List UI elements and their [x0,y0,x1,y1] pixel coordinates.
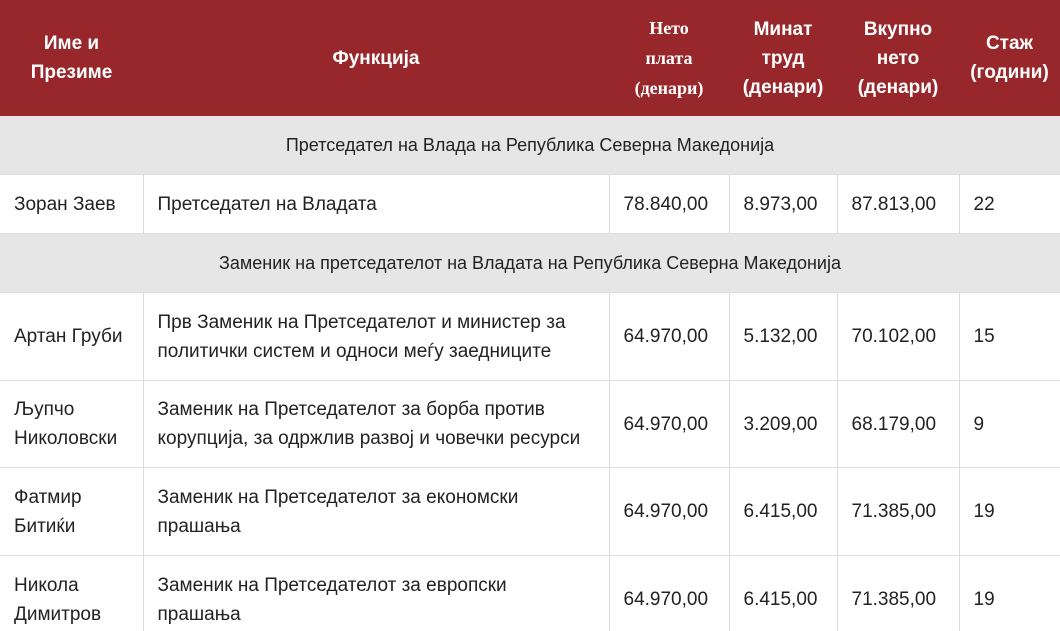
cell-past-work: 5.132,00 [729,292,838,381]
cell-total-net: 68.179,00 [837,380,960,468]
cell-past-work: 8.973,00 [729,174,838,234]
table-body: Претседател на Влада на Република Северн… [0,116,1060,631]
cell-net-salary: 64.970,00 [609,555,730,631]
header-total-net: Вкупно нето (денари) [857,18,939,98]
salary-table: Име и Презиме Функција Нето плата (денари) … [0,0,1060,631]
section-title: Претседател на Влада на Република Северн… [0,116,1060,175]
cell-function: Прв Заменик на Претседателот и министер … [143,292,610,381]
cell-name: Зоран Заев [0,174,144,234]
header-net-salary: Нето плата (денари) [634,18,704,98]
cell-function: Претседател на Владата [143,174,610,234]
table-row: Зоран Заев Претседател на Владата 78.840… [0,174,1060,234]
header-function: Функција [332,47,420,69]
header-row: Име и Презиме Функција Нето плата (денари) … [0,0,1060,116]
cell-net-salary: 64.970,00 [609,292,730,381]
cell-function: Заменик на Претседателот за европски праш… [143,555,610,631]
cell-past-work: 6.415,00 [729,555,838,631]
cell-total-net: 71.385,00 [837,467,960,556]
header-name: Име и Презиме [30,33,113,83]
table-row: Артан Груби Прв Заменик на Претседателот… [0,292,1060,381]
section-row: Заменик на претседателот на Владата на Р… [0,233,1060,293]
cell-past-work: 3.209,00 [729,380,838,468]
cell-name: Никола Димитров [0,555,144,631]
table-row: Фатмир Битиќи Заменик на Претседателот за… [0,467,1060,556]
cell-name: Љупчо Николовски [0,380,144,468]
cell-net-salary: 64.970,00 [609,467,730,556]
cell-name: Фатмир Битиќи [0,467,144,556]
cell-tenure: 22 [959,174,1060,234]
table-row: Љупчо Николовски Заменик на Претседателот… [0,380,1060,468]
cell-tenure: 19 [959,467,1060,556]
cell-tenure: 9 [959,380,1060,468]
header-tenure: Стаж (години) [970,33,1049,83]
header-past-work: Минат труд (денари) [742,18,824,98]
cell-net-salary: 64.970,00 [609,380,730,468]
table-row: Никола Димитров Заменик на Претседателот … [0,555,1060,631]
cell-function: Заменик на Претседателот за економски пра… [143,467,610,556]
section-title: Заменик на претседателот на Владата на Р… [0,233,1060,293]
cell-past-work: 6.415,00 [729,467,838,556]
cell-tenure: 19 [959,555,1060,631]
cell-name: Артан Груби [0,292,144,381]
cell-tenure: 15 [959,292,1060,381]
section-row: Претседател на Влада на Република Северн… [0,116,1060,175]
cell-total-net: 71.385,00 [837,555,960,631]
table-header: Име и Презиме Функција Нето плата (денари) … [0,0,1060,116]
cell-total-net: 87.813,00 [837,174,960,234]
cell-function: Заменик на Претседателот за борба против… [143,380,610,468]
cell-total-net: 70.102,00 [837,292,960,381]
cell-net-salary: 78.840,00 [609,174,730,234]
